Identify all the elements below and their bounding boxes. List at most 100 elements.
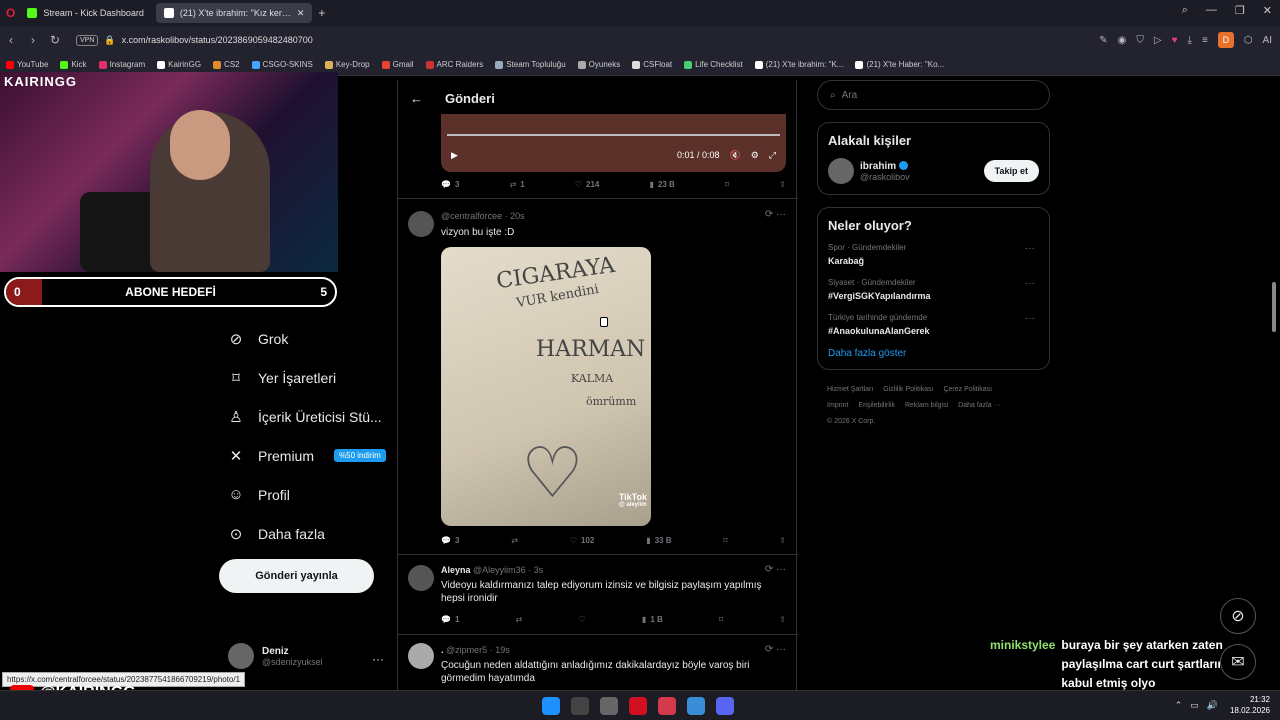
profile-avatar[interactable]: D	[1217, 32, 1234, 48]
footer-link[interactable]: Daha fazla ···	[958, 402, 1000, 409]
bookmark-item[interactable]: CSFloat	[632, 60, 672, 69]
avatar[interactable]	[408, 211, 434, 237]
bookmark-item[interactable]: KairinGG	[157, 60, 201, 69]
tab-x-post[interactable]: (21) X'te ibrahim: "Kız ker… ✕	[155, 3, 313, 23]
bookmark-item[interactable]: (21) X'te ibrahim: "K...	[754, 60, 843, 69]
post-button[interactable]: Gönderi yayınla	[219, 559, 374, 593]
tweet-author-name[interactable]: Aleyna	[441, 565, 471, 575]
tweet-more-icon[interactable]: ⟳ ···	[765, 209, 786, 220]
ai-button[interactable]: AI	[1263, 35, 1272, 46]
play-icon[interactable]: ▷	[1154, 35, 1162, 46]
app-icon[interactable]	[600, 697, 618, 715]
back-icon[interactable]: ‹	[0, 33, 22, 47]
tweet-time[interactable]: 19s	[495, 645, 510, 655]
bookmark-item[interactable]: Kick	[60, 60, 87, 69]
footer-link[interactable]: Gizlilik Politikası	[883, 386, 933, 393]
repost-button[interactable]: ⇄ 1	[510, 180, 525, 189]
reply-button[interactable]: 💬 3	[441, 180, 459, 189]
share-button[interactable]: ⇪	[779, 180, 786, 189]
bookmark-item[interactable]: Life Checklist	[684, 60, 743, 69]
page-scrollbar[interactable]	[1271, 80, 1277, 685]
bookmark-item[interactable]: (21) X'te Haber: "Ko...	[855, 60, 944, 69]
account-switcher[interactable]: Deniz @sdenizyuksel	[228, 643, 323, 669]
show-more-link[interactable]: Daha fazla göster	[828, 348, 1039, 359]
trend-item[interactable]: Türkiye tarihinde gündemde #AnaokulunaAla…	[828, 313, 1039, 336]
avatar[interactable]	[408, 643, 434, 669]
tweet-time[interactable]: 3s	[534, 565, 544, 575]
bookmark-item[interactable]: Key-Drop	[324, 60, 370, 69]
follow-button[interactable]: Takip et	[983, 160, 1039, 182]
like-button[interactable]: ♡	[579, 615, 586, 624]
footer-link[interactable]: Erişilebilirlik	[858, 402, 895, 409]
download-icon[interactable]: ⤓	[1188, 35, 1192, 46]
share-button[interactable]: ⇪	[779, 536, 786, 545]
extension-icon[interactable]: ⬡	[1244, 35, 1253, 46]
reload-icon[interactable]: ↻	[44, 33, 66, 47]
share-button[interactable]: ⇪	[779, 615, 786, 624]
tweet-time[interactable]: 20s	[510, 211, 525, 221]
sidebar-item-x[interactable]: ✕ Premium %50 indirim	[218, 436, 398, 475]
reply-tweet[interactable]: @centralforcee · 20s ⟳ ··· vizyon bu işt…	[398, 198, 798, 554]
close-window-button[interactable]: ✕	[1263, 4, 1272, 17]
bookmark-item[interactable]: Instagram	[98, 60, 145, 69]
grok-float-button[interactable]: ⊘	[1220, 598, 1256, 634]
bookmark-item[interactable]: ARC Raiders	[425, 60, 483, 69]
search-input[interactable]: ⌕ Ara	[817, 80, 1050, 110]
pocket-icon[interactable]	[658, 697, 676, 715]
forward-icon[interactable]: ›	[22, 33, 44, 47]
camera-icon[interactable]: ◉	[1118, 35, 1127, 46]
trend-more-icon[interactable]: ···	[1025, 243, 1035, 254]
tweet-handle[interactable]: @zipmer5	[446, 645, 487, 655]
bookmark-item[interactable]: Gmail	[381, 60, 414, 69]
bookmark-item[interactable]: YouTube	[6, 60, 48, 69]
video-progress-bar[interactable]	[447, 134, 780, 136]
browser-search-icon[interactable]: ⌕	[1182, 4, 1188, 17]
tab-kick-dashboard[interactable]: Stream - Kick Dashboard	[19, 3, 152, 23]
settings-icon[interactable]: ⚙	[751, 150, 759, 161]
reply-tweet[interactable]: Aleyna @Aleyyiim36 · 3s ⟳ ··· Videoyu ka…	[398, 554, 798, 634]
sidebar-item-grok[interactable]: ⊘ Grok	[218, 319, 398, 358]
views-count[interactable]: ▮ 1 B	[642, 615, 663, 624]
related-person[interactable]: ibrahim @raskolibov Takip et	[828, 158, 1039, 184]
new-tab-button[interactable]: +	[318, 6, 325, 20]
opera-menu-icon[interactable]: O	[6, 6, 15, 20]
play-button-icon[interactable]: ▶	[451, 150, 458, 161]
footer-link[interactable]: Reklam bilgisi	[905, 402, 948, 409]
display-icon[interactable]: ▭	[1190, 700, 1199, 711]
discord-icon[interactable]	[716, 697, 734, 715]
tweet-more-icon[interactable]: ⟳ ···	[765, 644, 786, 655]
heart-icon[interactable]: ♥	[1172, 35, 1178, 46]
maximize-button[interactable]: ❐	[1235, 4, 1245, 17]
bookmark-item[interactable]: CS2	[213, 60, 240, 69]
related-name[interactable]: ibrahim	[860, 161, 896, 172]
minimize-button[interactable]: —	[1206, 4, 1217, 17]
speaker-icon[interactable]: 🔊	[1207, 700, 1218, 711]
network-icon[interactable]	[687, 697, 705, 715]
shield-icon[interactable]: ⛉	[1136, 35, 1144, 46]
chevron-up-icon[interactable]: ⌃	[1175, 700, 1183, 711]
edit-icon[interactable]: ✎	[1099, 35, 1107, 46]
tweet-handle[interactable]: @centralforcee	[441, 211, 502, 221]
repost-button[interactable]: ⇄	[516, 615, 523, 624]
bookmark-item[interactable]: CSGO-SKINS	[251, 60, 313, 69]
tweet-author-name[interactable]: .	[441, 645, 444, 655]
sidebar-item-person[interactable]: ☺ Profil	[218, 475, 398, 514]
close-tab-icon[interactable]: ✕	[297, 8, 305, 19]
scroll-thumb[interactable]	[1272, 282, 1276, 332]
sidebar-item-bookmark[interactable]: ⌑ Yer İşaretleri	[218, 358, 398, 397]
video-player[interactable]: ▶ 0:01 / 0:08 🔇 ⚙ ⤢	[441, 114, 786, 172]
trend-item[interactable]: Spor · Gündemdekiler Karabağ ···	[828, 243, 1039, 266]
reply-button[interactable]: 💬 3	[441, 536, 459, 545]
fullscreen-icon[interactable]: ⤢	[769, 150, 776, 161]
account-more-icon[interactable]: ···	[372, 652, 384, 666]
messages-float-button[interactable]: ✉	[1220, 644, 1256, 680]
bookmark-button[interactable]: ⌑	[723, 536, 727, 545]
repost-button[interactable]: ⇄	[511, 536, 518, 545]
views-count[interactable]: ▮ 23 B	[650, 180, 675, 189]
avatar[interactable]	[408, 565, 434, 591]
sidebar-item-more[interactable]: ⊙ Daha fazla	[218, 514, 398, 553]
trend-more-icon[interactable]: ···	[1025, 313, 1035, 324]
opera-icon[interactable]	[629, 697, 647, 715]
footer-link[interactable]: Çerez Politikası	[943, 386, 992, 393]
footer-link[interactable]: © 2026 X Corp.	[827, 418, 875, 425]
